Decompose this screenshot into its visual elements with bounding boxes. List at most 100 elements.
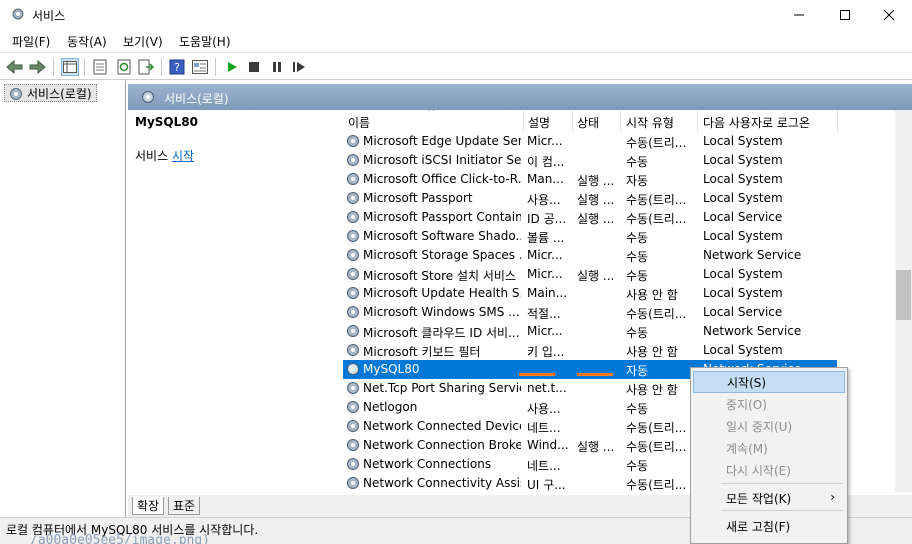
service-gear-icon	[347, 477, 359, 489]
show-hide-console-tree-icon[interactable]	[61, 58, 79, 76]
export-list-icon[interactable]	[137, 58, 155, 76]
service-startup-type: 수동(트리...	[626, 421, 687, 435]
service-startup-type: 사용 안 함	[626, 383, 678, 397]
service-name: Network Connectivity Assis...	[363, 476, 521, 490]
column-header-logon[interactable]: 다음 사용자로 로그온	[703, 114, 810, 130]
service-description: Wind...	[527, 438, 569, 452]
svg-text:?: ?	[174, 61, 180, 74]
menu-file[interactable]: 파일(F)	[12, 33, 50, 50]
pause-service-icon[interactable]	[268, 58, 286, 76]
service-description: 이 컴...	[527, 155, 565, 169]
start-service-icon[interactable]	[223, 58, 241, 76]
service-name: Microsoft Passport Container	[363, 210, 521, 224]
service-row[interactable]: Microsoft Software Shado... 볼륨 ... 수동 Local…	[343, 227, 837, 246]
properties-icon[interactable]	[91, 58, 109, 76]
service-logon: Local System	[703, 134, 783, 148]
service-description: Main...	[527, 286, 568, 300]
service-startup-type: 수동	[626, 231, 649, 245]
menu-help[interactable]: 도움말(H)	[179, 33, 231, 50]
context-menu: 시작(S) 중지(O) 일시 중지(U) 계속(M) 다시 시작(E) 모든 작업(K) ›…	[690, 367, 848, 544]
service-description: 볼륨 ...	[527, 231, 565, 245]
service-description: 적절...	[527, 307, 561, 321]
context-menu-label: 시작(S)	[727, 375, 767, 390]
column-header-name[interactable]: 이름	[348, 114, 370, 130]
service-row[interactable]: Microsoft Edge Update Ser... Micr... 수동(트리…	[343, 132, 837, 151]
service-gear-icon	[347, 135, 359, 147]
context-menu-label: 중지(O)	[726, 397, 767, 412]
service-gear-icon	[347, 211, 359, 223]
restart-service-icon[interactable]	[290, 58, 308, 76]
help-icon[interactable]: ?	[168, 58, 186, 76]
view-icon[interactable]	[191, 58, 209, 76]
maximize-button[interactable]	[822, 0, 868, 30]
context-menu-item[interactable]: 새로 고침(F)	[693, 515, 845, 537]
service-row[interactable]: Microsoft iSCSI Initiator Se... 이 컴... 수동 L…	[343, 151, 837, 170]
service-row[interactable]: Microsoft Office Click-to-R... Man... 실행 .…	[343, 170, 837, 189]
context-menu-label: 모든 작업(K)	[726, 491, 792, 506]
service-logon: Local System	[703, 229, 783, 243]
column-header-description[interactable]: 설명	[528, 114, 550, 130]
title-bar: 서비스	[0, 0, 912, 30]
service-logon: Local System	[703, 172, 783, 186]
service-row[interactable]: Microsoft Passport 사용... 실행 ... 수동(트리... Loc…	[343, 189, 837, 208]
pane-header: 서비스(로컬)	[128, 84, 912, 110]
column-header-status[interactable]: 상태	[577, 114, 599, 130]
service-description: 네트...	[527, 459, 561, 473]
menu-separator	[721, 483, 843, 484]
service-gear-icon	[347, 401, 359, 413]
redaction-mark	[519, 373, 555, 376]
stop-service-icon[interactable]	[245, 58, 263, 76]
service-row[interactable]: Microsoft 키보드 필터 키 입... 사용 안 함 Local System	[343, 341, 837, 360]
tree-node-services-local[interactable]: 서비스(로컬)	[4, 84, 97, 102]
service-gear-icon	[347, 458, 359, 470]
context-menu-item[interactable]: 모든 작업(K) ›	[693, 487, 845, 509]
tab-extended[interactable]: 확장	[132, 497, 165, 515]
column-header-startup-type[interactable]: 시작 유형	[626, 114, 674, 130]
service-name: Microsoft Update Health S...	[363, 286, 521, 300]
vertical-scrollbar[interactable]	[895, 110, 912, 492]
minimize-button[interactable]	[776, 0, 822, 30]
scrollbar-thumb[interactable]	[896, 270, 911, 320]
forward-icon[interactable]	[28, 58, 46, 76]
service-status: 실행 ...	[577, 212, 615, 226]
service-detail: MySQL80 서비스 시작	[128, 110, 333, 492]
service-startup-type: 수동	[626, 269, 649, 283]
close-button[interactable]	[866, 0, 912, 30]
service-startup-type: 수동	[626, 459, 649, 473]
context-menu-item[interactable]: 시작(S)	[693, 371, 845, 393]
service-row[interactable]: Microsoft Windows SMS ... 적절... 수동(트리... Lo…	[343, 303, 837, 322]
service-description: Man...	[527, 172, 564, 186]
service-startup-type: 사용 안 함	[626, 345, 678, 359]
service-startup-type: 수동(트리...	[626, 478, 687, 492]
context-menu-label: 다시 시작(E)	[726, 463, 791, 478]
service-row[interactable]: Microsoft Passport Container ID 공... 실행 ..…	[343, 208, 837, 227]
service-row[interactable]: Microsoft Storage Spaces ... Micr... 수동 Net…	[343, 246, 837, 265]
console-tree: 서비스(로컬)	[0, 81, 126, 517]
column-header-row: ^ 이름 설명 상태 시작 유형 다음 사용자로 로그온	[343, 110, 895, 132]
service-description: 키 입...	[527, 345, 565, 359]
context-menu-item: 일시 중지(U)	[693, 415, 845, 437]
redaction-mark	[577, 373, 613, 376]
service-logon: Local System	[703, 153, 783, 167]
service-status: 실행 ...	[577, 193, 615, 207]
back-icon[interactable]	[6, 58, 24, 76]
services-gear-icon	[12, 8, 24, 20]
service-row[interactable]: Microsoft 클라우드 ID 서비... Micr... 수동 Network …	[343, 322, 837, 341]
service-gear-icon	[347, 249, 359, 261]
tab-standard[interactable]: 표준	[168, 497, 201, 515]
menu-separator	[721, 510, 843, 511]
service-name: Microsoft 클라우드 ID 서비...	[363, 326, 520, 340]
service-startup-type: 수동(트리...	[626, 212, 687, 226]
service-name: Microsoft iSCSI Initiator Se...	[363, 153, 521, 167]
menu-action[interactable]: 동작(A)	[67, 33, 107, 50]
service-row[interactable]: Microsoft Store 설치 서비스 Micr... 실행 ... 수동 Loc…	[343, 265, 837, 284]
menu-view[interactable]: 보기(V)	[123, 33, 163, 50]
service-gear-icon	[347, 192, 359, 204]
service-description: Micr...	[527, 134, 563, 148]
start-service-link[interactable]: 시작	[172, 149, 194, 163]
service-description: 사용...	[527, 402, 561, 416]
context-menu-label: 일시 중지(U)	[726, 419, 793, 434]
service-gear-icon	[347, 325, 359, 337]
refresh-icon[interactable]	[115, 58, 133, 76]
service-row[interactable]: Microsoft Update Health S... Main... 사용 안 …	[343, 284, 837, 303]
